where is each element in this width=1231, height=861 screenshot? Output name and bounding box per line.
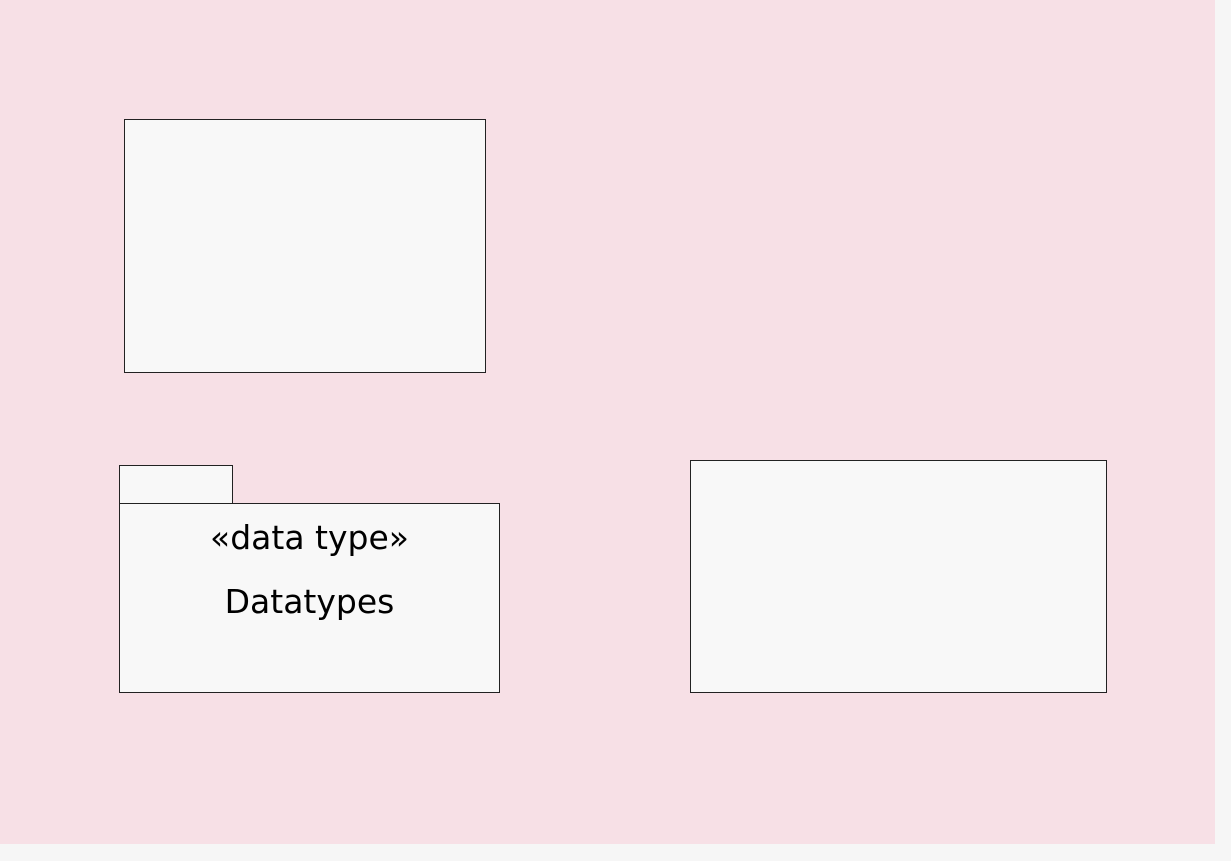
package-name: Datatypes xyxy=(224,582,395,621)
empty-element-top-left[interactable] xyxy=(124,119,486,373)
empty-element-right[interactable] xyxy=(690,460,1107,693)
package-tab[interactable] xyxy=(119,465,233,504)
package-stereotype: «data type» xyxy=(210,518,409,557)
package-datatypes[interactable]: «data type» Datatypes xyxy=(119,503,500,693)
diagram-canvas: «data type» Datatypes xyxy=(0,0,1215,844)
